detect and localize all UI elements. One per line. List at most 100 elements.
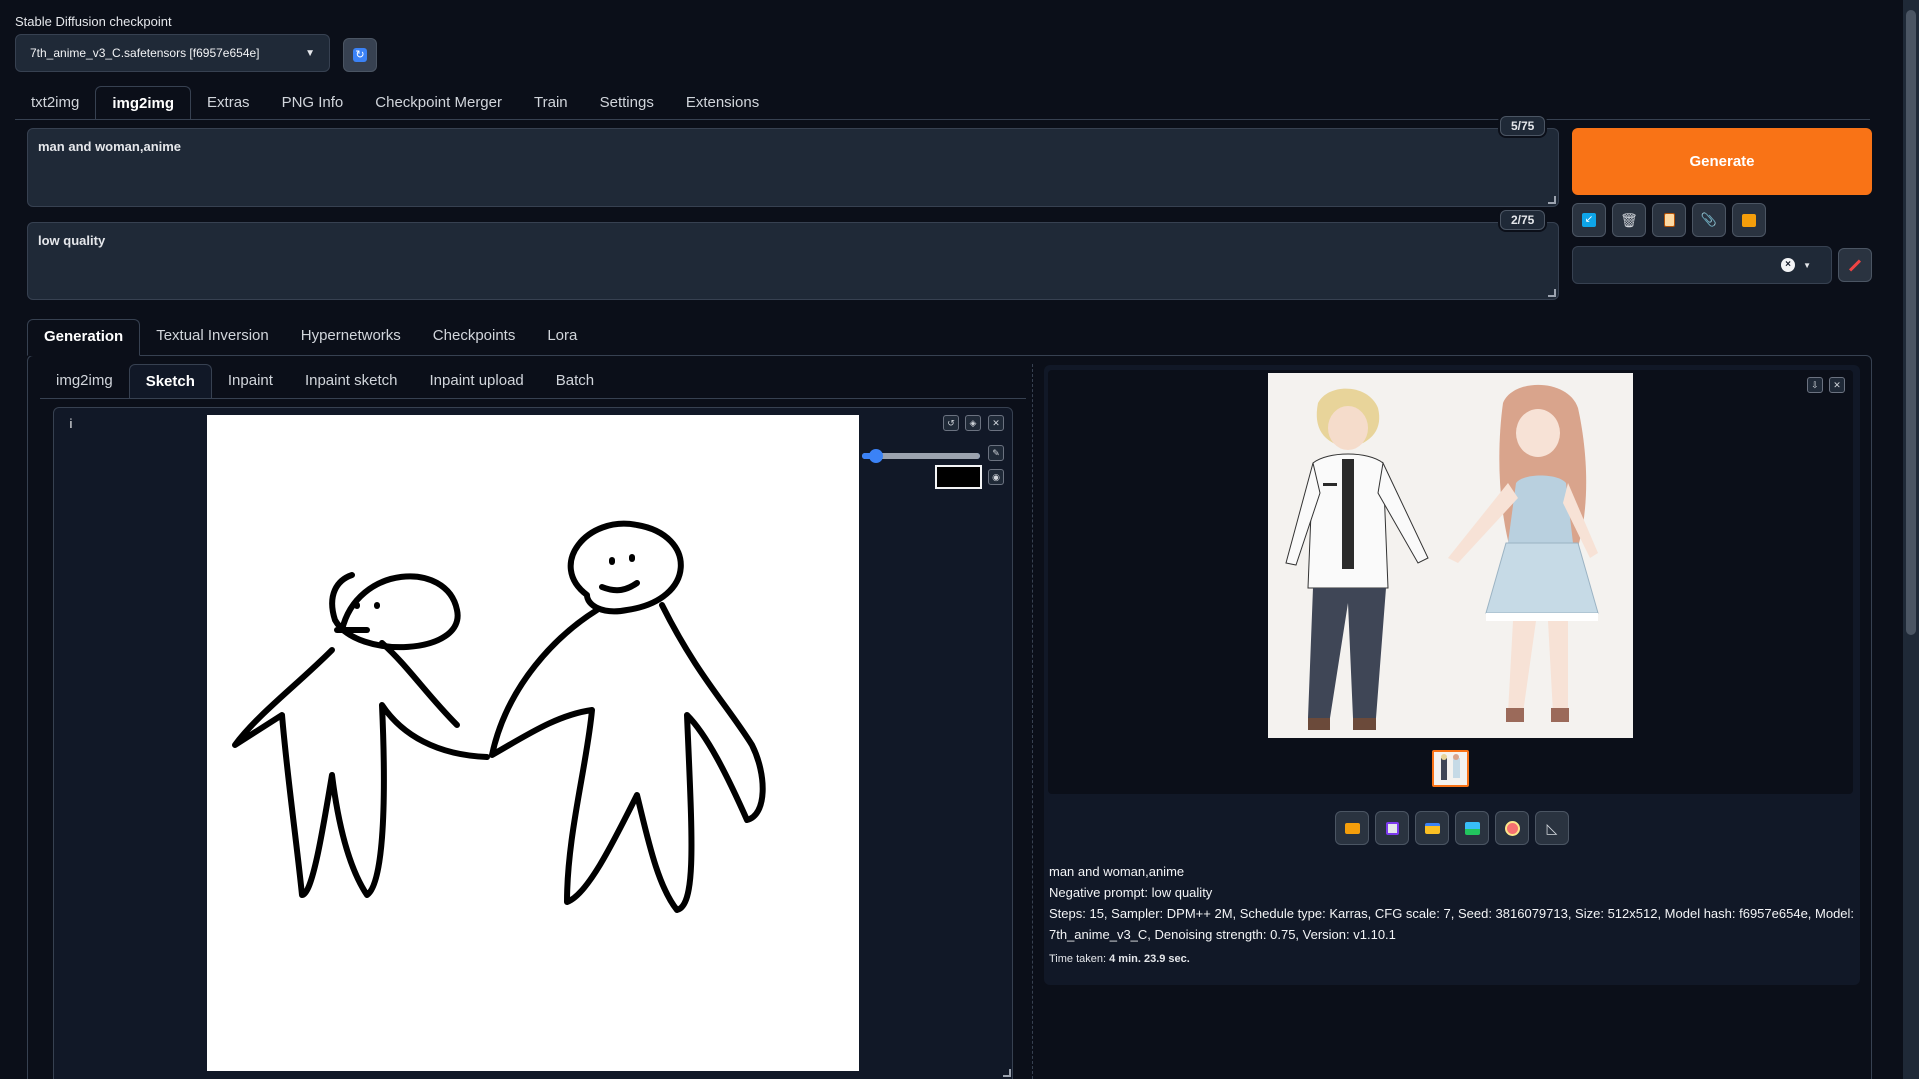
main-tab-bar: txt2img img2img Extras PNG Info Checkpoi… bbox=[15, 86, 775, 120]
undo-icon: ↺ bbox=[947, 417, 955, 428]
tab-checkpoints[interactable]: Checkpoints bbox=[417, 319, 532, 353]
mode-tab-bar: img2img Sketch Inpaint Inpaint sketch In… bbox=[40, 364, 610, 399]
clear-icon[interactable]: × bbox=[1781, 258, 1796, 272]
tab-mode-batch[interactable]: Batch bbox=[540, 364, 610, 398]
tab-mode-sketch[interactable]: Sketch bbox=[128, 364, 212, 399]
tab-settings[interactable]: Settings bbox=[584, 86, 670, 120]
paintbrush-icon bbox=[1848, 258, 1862, 272]
tab-mode-inpaint[interactable]: Inpaint bbox=[212, 364, 289, 398]
brush-icon: ✎ bbox=[992, 447, 1000, 458]
tab-extensions[interactable]: Extensions bbox=[670, 86, 775, 120]
tab-divider bbox=[15, 119, 1870, 120]
editor-resize-handle[interactable] bbox=[1003, 1069, 1011, 1077]
tab-checkpoint-merger[interactable]: Checkpoint Merger bbox=[359, 86, 518, 120]
brush-size-fill bbox=[862, 449, 980, 463]
tab-mode-img2img[interactable]: img2img bbox=[40, 364, 129, 398]
arrow-diagonal-icon: ↙ bbox=[1582, 213, 1596, 227]
edit-styles-button[interactable] bbox=[1838, 248, 1872, 282]
brush-color-swatch[interactable] bbox=[935, 465, 982, 489]
prompt-text: man and woman,anime bbox=[38, 139, 182, 154]
remove-image-button[interactable]: ✕ bbox=[988, 415, 1004, 431]
clipboard-icon bbox=[1663, 213, 1675, 227]
package-icon bbox=[1742, 213, 1756, 227]
sketch-drawing bbox=[232, 520, 766, 913]
clear-prompt-button[interactable]: 🗑 bbox=[1612, 203, 1646, 237]
mode-tab-divider bbox=[40, 398, 1026, 399]
info-prompt: man and woman,anime bbox=[1049, 864, 1185, 879]
save-button[interactable] bbox=[1375, 811, 1409, 845]
tab-hypernetworks[interactable]: Hypernetworks bbox=[285, 319, 417, 353]
send-to-inpaint-button[interactable] bbox=[1495, 811, 1529, 845]
checkpoint-label: Stable Diffusion checkpoint bbox=[15, 14, 172, 29]
checkpoint-dropdown[interactable]: 7th_anime_v3_C.safetensors [f6957e654e] … bbox=[15, 34, 330, 72]
time-taken: Time taken: 4 min. 23.9 sec. bbox=[1049, 953, 1859, 965]
undo-button[interactable]: ↺ bbox=[943, 415, 959, 431]
zip-button[interactable] bbox=[1415, 811, 1449, 845]
refresh-icon: ↻ bbox=[353, 48, 367, 62]
color-picker-button[interactable]: ◉ bbox=[988, 469, 1004, 485]
tab-extras[interactable]: Extras bbox=[191, 86, 266, 120]
triangle-ruler-icon: ◺ bbox=[1546, 819, 1558, 836]
generated-image[interactable] bbox=[1268, 373, 1633, 738]
negative-prompt-textarea[interactable]: low quality bbox=[27, 222, 1559, 300]
brush-tool-button[interactable]: ✎ bbox=[988, 445, 1004, 461]
styles-button[interactable] bbox=[1652, 203, 1686, 237]
clear-canvas-button[interactable]: ◈ bbox=[965, 415, 981, 431]
tab-generation[interactable]: Generation bbox=[27, 319, 141, 356]
send-to-extras-button[interactable]: ◺ bbox=[1535, 811, 1569, 845]
tab-png-info[interactable]: PNG Info bbox=[266, 86, 360, 120]
sketch-canvas[interactable] bbox=[207, 415, 859, 1071]
send-to-img2img-button[interactable] bbox=[1455, 811, 1489, 845]
image-icon bbox=[1464, 821, 1480, 835]
chevron-down-icon: ▼ bbox=[305, 47, 315, 59]
read-params-button[interactable]: ↙ bbox=[1572, 203, 1606, 237]
close-gallery-button[interactable]: ✕ bbox=[1829, 377, 1845, 393]
eraser-icon: ◈ bbox=[969, 417, 977, 428]
tab-lora[interactable]: Lora bbox=[531, 319, 593, 353]
negative-resize-handle[interactable] bbox=[1548, 289, 1556, 297]
tab-mode-inpaint-sketch[interactable]: Inpaint sketch bbox=[289, 364, 414, 398]
prompt-tools-row: ↙ 🗑 📎 bbox=[1572, 203, 1766, 237]
output-actions: ◺ bbox=[1335, 811, 1569, 845]
info-icon: i bbox=[69, 416, 73, 431]
tab-train[interactable]: Train bbox=[518, 86, 584, 120]
floppy-disk-icon bbox=[1385, 821, 1399, 835]
tab-txt2img[interactable]: txt2img bbox=[15, 86, 95, 120]
prompt-resize-handle[interactable] bbox=[1548, 196, 1556, 204]
scrollbar-thumb[interactable] bbox=[1906, 10, 1916, 635]
paste-button[interactable]: 📎 bbox=[1692, 203, 1726, 237]
prompt-token-counter: 5/75 bbox=[1500, 116, 1546, 136]
gen-tab-bar: Generation Textual Inversion Hypernetwor… bbox=[27, 319, 593, 356]
chevron-down-icon: ▼ bbox=[1803, 260, 1811, 270]
close-icon: ✕ bbox=[992, 417, 1000, 428]
tab-mode-inpaint-upload[interactable]: Inpaint upload bbox=[414, 364, 540, 398]
page-scrollbar[interactable] bbox=[1903, 0, 1919, 1079]
refresh-checkpoint-button[interactable]: ↻ bbox=[343, 38, 377, 72]
checkpoint-value: 7th_anime_v3_C.safetensors [f6957e654e] bbox=[30, 46, 260, 60]
thumbnail-art bbox=[1441, 754, 1460, 780]
open-folder-button[interactable] bbox=[1335, 811, 1369, 845]
close-icon: ✕ bbox=[1833, 379, 1841, 390]
download-button[interactable]: ⇩ bbox=[1807, 377, 1823, 393]
info-negative-prompt: Negative prompt: low quality bbox=[1049, 885, 1213, 900]
info-params-1: Steps: 15, Sampler: DPM++ 2M, Schedule t… bbox=[1049, 906, 1855, 921]
extra-networks-button[interactable] bbox=[1732, 203, 1766, 237]
prompt-textarea[interactable]: man and woman,anime bbox=[27, 128, 1559, 207]
time-taken-value: 4 min. 23.9 sec. bbox=[1109, 953, 1190, 965]
folder-icon bbox=[1344, 822, 1360, 834]
tab-textual-inversion[interactable]: Textual Inversion bbox=[140, 319, 285, 353]
download-icon: ⇩ bbox=[1811, 379, 1819, 390]
info-params-2: 7th_anime_v3_C, Denoising strength: 0.75… bbox=[1049, 927, 1396, 942]
negative-prompt-text: low quality bbox=[38, 233, 106, 248]
archive-icon bbox=[1424, 822, 1440, 834]
tab-img2img[interactable]: img2img bbox=[95, 86, 192, 120]
palette-icon: ◉ bbox=[992, 471, 1000, 482]
gallery-thumbnail[interactable] bbox=[1432, 750, 1469, 787]
time-taken-label: Time taken: bbox=[1049, 953, 1107, 965]
generated-image-art bbox=[1285, 384, 1599, 730]
brush-size-slider[interactable] bbox=[862, 449, 980, 463]
styles-dropdown[interactable]: × ▼ bbox=[1572, 246, 1832, 284]
paperclip-icon: 📎 bbox=[1700, 212, 1718, 227]
generate-button[interactable]: Generate bbox=[1572, 128, 1872, 195]
palette-icon bbox=[1504, 820, 1520, 836]
